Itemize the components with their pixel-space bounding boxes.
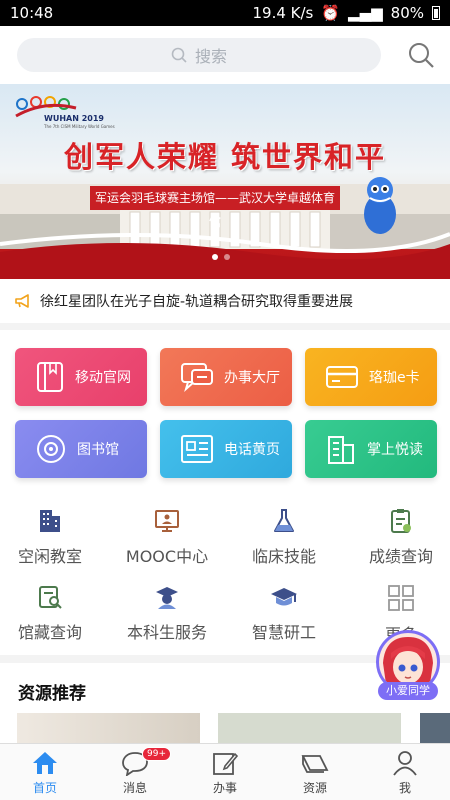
signal-icon: ▂▄▆ <box>348 4 383 22</box>
carousel-dot <box>212 254 218 260</box>
tab-resources[interactable]: 资源 <box>270 744 360 800</box>
battery-level: 80% <box>390 4 424 22</box>
grid-label: 空闲教室 <box>17 547 82 566</box>
tab-label: 消息 <box>122 781 147 795</box>
tab-label: 首页 <box>32 781 57 795</box>
tab-home[interactable]: 首页 <box>0 744 90 800</box>
grid-item-smart-postgrad[interactable]: 智慧研工 <box>228 584 340 643</box>
student-icon <box>156 587 178 609</box>
grid-label: 成绩查询 <box>368 547 433 566</box>
buildings-icon <box>328 436 354 464</box>
network-speed: 19.4 K/s <box>252 4 314 22</box>
tile-label: 办事大厅 <box>224 370 280 386</box>
grid-item-mooc[interactable]: MOOC中心 <box>111 508 223 567</box>
tab-affairs[interactable]: 办事 <box>180 744 270 800</box>
grid-item-undergrad-service[interactable]: 本科生服务 <box>111 584 223 643</box>
banner-slogan: 创军人荣耀 筑世界和平 <box>63 140 387 174</box>
battery-icon <box>432 6 440 20</box>
services-panel: 移动官网 办事大厅 珞珈e卡 图书馆 电话黄页 掌上悦读 空闲教室 MOOC中心… <box>0 330 450 655</box>
news-ticker[interactable]: 徐红星团队在光子自旋-轨道耦合研究取得重要进展 <box>0 279 450 323</box>
resource-card[interactable] <box>17 713 200 743</box>
more-grid-icon <box>388 585 414 611</box>
unread-badge: 99+ <box>142 747 171 761</box>
banner-logo-year: WUHAN 2019 <box>44 114 104 123</box>
user-icon <box>393 751 417 776</box>
edit-icon <box>213 752 239 775</box>
tile-label: 珞珈e卡 <box>369 370 420 386</box>
tile-service-hall[interactable]: 办事大厅 <box>160 348 292 406</box>
grid-label: 智慧研工 <box>251 623 316 642</box>
carousel-indicator <box>212 254 230 260</box>
tab-label: 我 <box>398 781 411 795</box>
tile-label: 图书馆 <box>77 442 119 458</box>
tile-luojia-ecard[interactable]: 珞珈e卡 <box>305 348 437 406</box>
grid-label: 本科生服务 <box>126 623 207 642</box>
alarm-icon: ⏰ <box>321 4 341 22</box>
assistant-float-button[interactable]: 小爱同学 <box>374 630 444 702</box>
tab-label: 资源 <box>302 781 327 795</box>
grid-label: 馆藏查询 <box>17 623 82 642</box>
tab-messages[interactable]: 99+ 消息 <box>90 744 180 800</box>
chat-icon <box>181 363 213 392</box>
disc-icon <box>37 435 65 463</box>
grid-item-free-classroom[interactable]: 空闲教室 <box>0 508 106 567</box>
mooc-icon <box>155 510 179 532</box>
tile-label: 掌上悦读 <box>367 442 423 458</box>
grid-label: MOOC中心 <box>125 547 209 566</box>
status-time: 10:48 <box>10 4 54 22</box>
search-placeholder: 搜索 <box>194 47 227 66</box>
resource-card[interactable] <box>218 713 401 743</box>
grid-label: 临床技能 <box>251 547 316 566</box>
document-icon <box>181 435 213 463</box>
grades-icon <box>391 509 411 533</box>
tab-me[interactable]: 我 <box>360 744 450 800</box>
search-input[interactable]: 搜索 <box>17 38 381 72</box>
flask-icon <box>274 509 294 532</box>
tile-label: 移动官网 <box>75 370 131 386</box>
tile-mobile-website[interactable]: 移动官网 <box>15 348 147 406</box>
graduation-cap-icon <box>271 588 297 606</box>
home-icon <box>33 752 57 774</box>
resource-card[interactable] <box>420 713 450 743</box>
tab-label: 办事 <box>212 781 237 795</box>
search-button-icon[interactable] <box>406 40 436 70</box>
book-icon <box>37 362 63 392</box>
catalog-search-icon <box>39 586 62 609</box>
card-icon <box>326 366 358 388</box>
tile-label: 电话黄页 <box>224 442 280 458</box>
assistant-label: 小爱同学 <box>378 682 438 700</box>
status-bar: 10:48 19.4 K/s ⏰ ▂▄▆ 80% <box>0 0 450 26</box>
grid-item-grade-query[interactable]: 成绩查询 <box>345 508 450 567</box>
banner-logo-subtitle: The 7th CISM Military World Games <box>44 124 115 129</box>
section-title: 资源推荐 <box>18 684 86 704</box>
news-headline: 徐红星团队在光子自旋-轨道耦合研究取得重要进展 <box>40 294 354 310</box>
classroom-icon <box>40 510 60 532</box>
megaphone-icon <box>15 294 29 308</box>
banner-carousel[interactable]: WUHAN 2019 The 7th CISM Military World G… <box>0 84 450 279</box>
bottom-tab-bar: 首页 99+ 消息 办事 资源 我 <box>0 743 450 800</box>
banner-venue: 军运会羽毛球赛主场馆——武汉大学卓越体育馆 <box>90 186 340 229</box>
top-bar: 搜索 <box>0 26 450 84</box>
carousel-dot <box>224 254 230 260</box>
resources-icon <box>301 755 329 773</box>
tile-library[interactable]: 图书馆 <box>15 420 147 478</box>
tile-phone-directory[interactable]: 电话黄页 <box>160 420 292 478</box>
grid-item-collection-search[interactable]: 馆藏查询 <box>0 584 106 643</box>
grid-item-clinical-skills[interactable]: 临床技能 <box>228 508 340 567</box>
tile-mobile-reading[interactable]: 掌上悦读 <box>305 420 437 478</box>
search-icon <box>171 47 187 63</box>
